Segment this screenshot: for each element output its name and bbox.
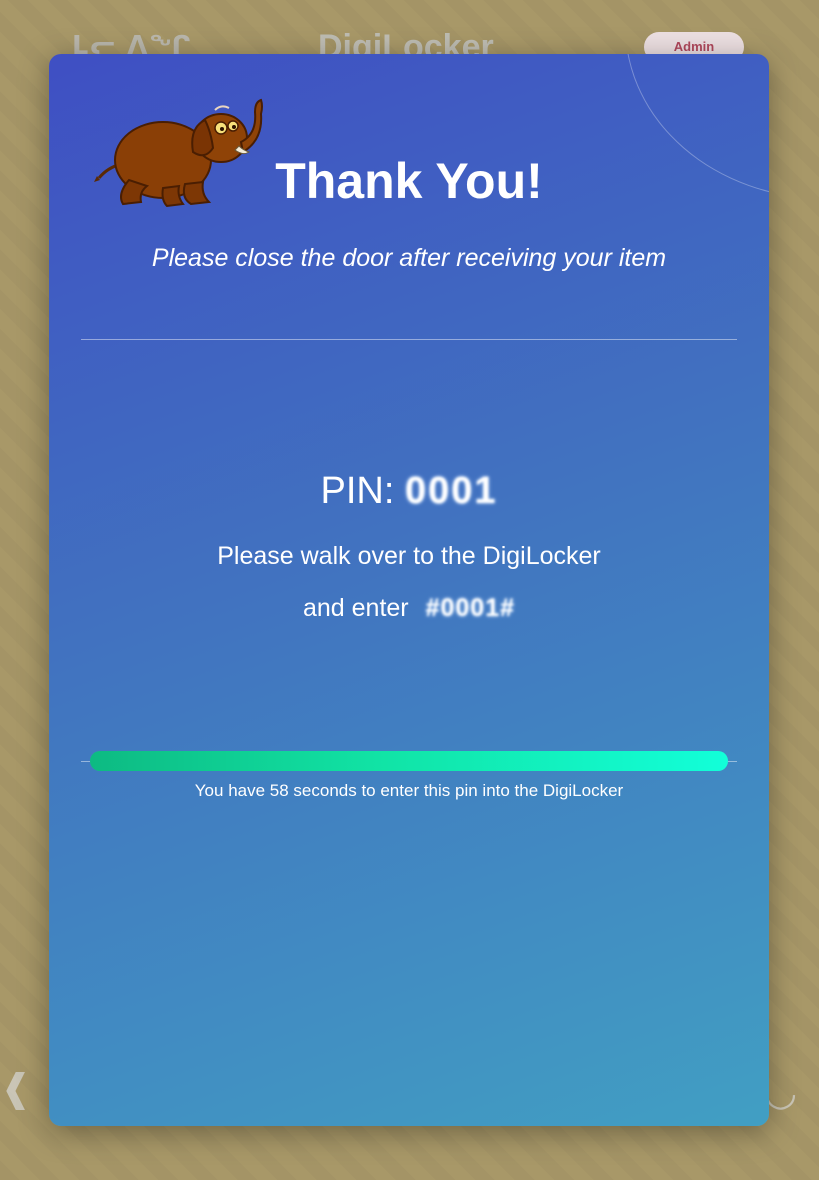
instruction-prefix: and enter bbox=[302, 594, 409, 622]
countdown-progress-bar bbox=[90, 751, 728, 771]
pin-label: PIN: bbox=[320, 470, 395, 512]
instruction-line-2: and enter #0001# bbox=[49, 594, 769, 623]
divider-top bbox=[81, 339, 737, 340]
modal-subtitle: Please close the door after receiving yo… bbox=[151, 244, 667, 272]
instruction-line-1: Please walk over to the DigiLocker bbox=[217, 542, 601, 570]
countdown-text: You have 58 seconds to enter this pin in… bbox=[194, 781, 624, 800]
modal-title: Thank You! bbox=[275, 153, 543, 209]
countdown-progress-fill bbox=[90, 751, 728, 771]
pin-display: PIN: 0001 bbox=[49, 470, 769, 513]
pin-value: 0001 bbox=[404, 470, 498, 512]
bottom-left-icon: ❰ bbox=[0, 1068, 32, 1110]
entry-code: #0001# bbox=[425, 594, 516, 622]
thank-you-modal: Thank You! Please close the door after r… bbox=[49, 54, 769, 1126]
